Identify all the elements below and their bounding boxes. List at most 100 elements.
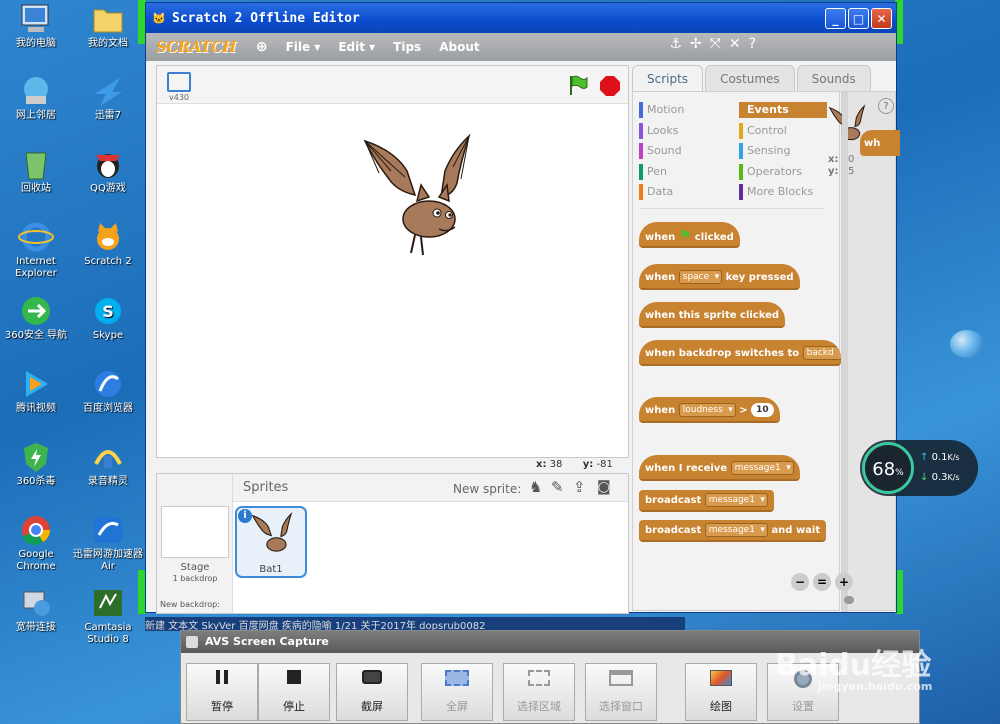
desktop-icon-my-documents[interactable]: 我的文档 bbox=[72, 2, 144, 50]
taskbar-strip[interactable]: 新建 文本文 SkyVer 百度网盘 疾病的隐喻 1/21 关于2017年 do… bbox=[145, 617, 685, 631]
sprite-tile-bat1[interactable]: i Bat1 bbox=[235, 506, 307, 578]
desktop-icon-recycle-bin[interactable]: 回收站 bbox=[0, 147, 72, 195]
desktop-icon-recorder[interactable]: 录音精灵 bbox=[72, 440, 144, 488]
desktop-icon-qq-games[interactable]: QQ游戏 bbox=[72, 147, 144, 195]
camera-sprite-icon[interactable]: ◙ bbox=[597, 479, 611, 495]
mouse-y-value: -81 bbox=[596, 459, 613, 470]
title-bar[interactable]: 🐱 Scratch 2 Offline Editor bbox=[146, 3, 896, 33]
desktop-icon-skype[interactable]: S Skype bbox=[72, 294, 144, 342]
desktop-icon-scratch[interactable]: Scratch 2 bbox=[72, 220, 144, 268]
desktop-icon-tencent-video[interactable]: 腾讯视频 bbox=[0, 367, 72, 415]
desktop-icon-label: 360杀毒 bbox=[16, 476, 56, 487]
desktop-icon-network[interactable]: 网上邻居 bbox=[0, 74, 72, 122]
message-dropdown[interactable]: message1 bbox=[730, 461, 794, 475]
key-dropdown[interactable]: space bbox=[678, 270, 723, 284]
globe-icon[interactable]: ⊕ bbox=[256, 39, 268, 55]
maximize-button[interactable]: □ bbox=[848, 8, 869, 29]
green-flag-icon[interactable] bbox=[567, 74, 589, 96]
stop-sign-icon[interactable] bbox=[599, 75, 621, 97]
screenshot-button[interactable]: 截屏 bbox=[336, 663, 408, 721]
menu-file[interactable]: File ▾ bbox=[286, 40, 321, 54]
category-label: Control bbox=[747, 124, 787, 137]
menu-edit[interactable]: Edit ▾ bbox=[338, 40, 375, 54]
block-when-i-receive[interactable]: when I receive message1 bbox=[639, 455, 800, 481]
draw-button[interactable]: 绘图 bbox=[685, 663, 757, 721]
block-broadcast-and-wait[interactable]: broadcast message1 and wait bbox=[639, 520, 827, 542]
select-window-label: 选择窗口 bbox=[599, 700, 643, 713]
upload-speed: ↑ 0.1K/s bbox=[920, 452, 960, 463]
block-when-sprite-clicked[interactable]: when this sprite clicked bbox=[639, 302, 786, 328]
scroll-dot[interactable] bbox=[844, 596, 854, 604]
backdrop-dropdown[interactable]: backd bbox=[802, 346, 841, 360]
scratch-logo[interactable]: SCRATCH bbox=[156, 38, 236, 56]
category-looks[interactable]: Looks bbox=[639, 123, 679, 139]
block-when-loudness[interactable]: when loudness > 10 bbox=[639, 397, 780, 423]
zoom-out-button[interactable]: − bbox=[791, 573, 809, 591]
desktop-icon-baidu-browser[interactable]: 百度浏览器 bbox=[72, 367, 144, 415]
help-icon[interactable]: ? bbox=[749, 36, 756, 52]
menu-tips[interactable]: Tips bbox=[393, 40, 421, 54]
zoom-in-button[interactable]: + bbox=[835, 573, 853, 591]
stage[interactable]: v430 bbox=[156, 65, 629, 458]
upload-sprite-icon[interactable]: ⇪ bbox=[573, 478, 586, 496]
desktop-icon-xunlei[interactable]: 迅雷7 bbox=[72, 74, 144, 122]
desktop-icon-camtasia[interactable]: Camtasia Studio 8 bbox=[72, 586, 144, 646]
block-broadcast[interactable]: broadcast message1 bbox=[639, 490, 774, 512]
category-sensing[interactable]: Sensing bbox=[739, 143, 790, 159]
sprite-library-icon[interactable]: ♞ bbox=[529, 478, 542, 496]
presentation-mode-icon[interactable] bbox=[167, 72, 191, 92]
stage-thumbnail[interactable] bbox=[161, 506, 229, 558]
menu-about[interactable]: About bbox=[439, 40, 479, 54]
category-pen[interactable]: Pen bbox=[639, 164, 667, 180]
select-region-button[interactable]: 选择区域 bbox=[503, 663, 575, 721]
help-icon[interactable]: ? bbox=[878, 98, 894, 114]
close-button[interactable]: ✕ bbox=[871, 8, 892, 29]
sensor-dropdown[interactable]: loudness bbox=[678, 403, 736, 417]
category-control[interactable]: Control bbox=[739, 123, 787, 139]
desktop-icon-my-computer[interactable]: 我的电脑 bbox=[0, 2, 72, 50]
tab-scripts[interactable]: Scripts bbox=[632, 65, 704, 92]
zoom-reset-button[interactable]: = bbox=[813, 573, 831, 591]
delete-cut-icon[interactable]: ✢ bbox=[690, 36, 702, 52]
block-text: key pressed bbox=[725, 272, 794, 283]
category-operators[interactable]: Operators bbox=[739, 164, 802, 180]
grow-icon[interactable]: ⤧ bbox=[710, 36, 721, 52]
draw-icon bbox=[686, 670, 756, 698]
desktop-icon-chrome[interactable]: Google Chrome bbox=[0, 513, 72, 573]
desktop-icon-label: 网上邻居 bbox=[16, 110, 56, 121]
desktop-icon-360-nav[interactable]: 360安全 导航 bbox=[0, 294, 72, 342]
paint-new-sprite-icon[interactable]: ✎ bbox=[551, 478, 564, 496]
value-input[interactable]: 10 bbox=[751, 403, 774, 417]
scripts-area[interactable]: x: 40 y: 35 wh ? bbox=[828, 91, 900, 612]
network-monitor[interactable]: 68% ↑ 0.1K/s ↓ 0.3K/s bbox=[860, 440, 978, 496]
shrink-icon[interactable]: ✕ bbox=[729, 36, 741, 52]
minimize-button[interactable]: _ bbox=[825, 8, 846, 29]
category-data[interactable]: Data bbox=[639, 184, 673, 200]
stop-button[interactable]: 停止 bbox=[258, 663, 330, 721]
stage-header: v430 bbox=[157, 66, 628, 104]
block-when-flag-clicked[interactable]: when ⚑ clicked bbox=[639, 222, 740, 248]
desktop-icon-ie[interactable]: Internet Explorer bbox=[0, 220, 72, 280]
stage-thumb-panel[interactable]: Stage 1 backdrop New backdrop: bbox=[157, 474, 233, 613]
desktop-icon-broadband[interactable]: 宽带连接 bbox=[0, 586, 72, 634]
duplicate-icon[interactable]: ⚓ bbox=[669, 36, 682, 52]
block-when-backdrop-switches[interactable]: when backdrop switches to backd bbox=[639, 340, 841, 366]
category-sound[interactable]: Sound bbox=[639, 143, 682, 159]
select-region-icon bbox=[504, 670, 574, 698]
message-dropdown[interactable]: message1 bbox=[704, 523, 768, 537]
scripts-scrollbar[interactable] bbox=[842, 92, 848, 612]
tab-costumes[interactable]: Costumes bbox=[705, 65, 795, 92]
category-motion[interactable]: Motion bbox=[639, 102, 684, 118]
category-events[interactable]: Events bbox=[739, 102, 827, 118]
message-dropdown[interactable]: message1 bbox=[704, 493, 768, 507]
category-more-blocks[interactable]: More Blocks bbox=[739, 184, 813, 200]
fullscreen-button[interactable]: 全屏 bbox=[421, 663, 493, 721]
script-block-partial[interactable]: wh bbox=[860, 130, 900, 156]
block-when-key-pressed[interactable]: when space key pressed bbox=[639, 264, 800, 290]
desktop-icon-360-antivirus[interactable]: 360杀毒 bbox=[0, 440, 72, 488]
bat-sprite[interactable] bbox=[357, 131, 477, 261]
pause-button[interactable]: 暂停 bbox=[186, 663, 258, 721]
desktop-icon-game-accelerator[interactable]: 迅雷网游加速器Air bbox=[72, 513, 144, 573]
select-window-button[interactable]: 选择窗口 bbox=[585, 663, 657, 721]
tab-sounds[interactable]: Sounds bbox=[796, 65, 871, 92]
